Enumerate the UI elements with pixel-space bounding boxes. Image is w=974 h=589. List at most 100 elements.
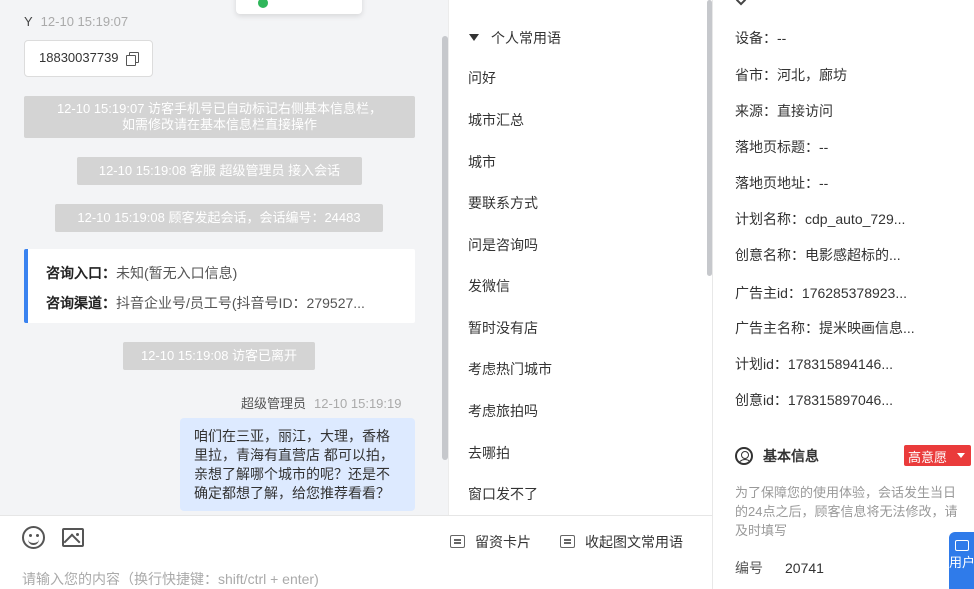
collapse-phrases-label: 收起图文常用语 [585,534,683,550]
info-label: 省市： [735,67,777,83]
phrase-item[interactable]: 要联系方式 [468,193,538,213]
consult-info-card: 咨询入口：未知(暂无入口信息) 咨询渠道：抖音企业号/员工号(抖音号ID：279… [24,249,415,323]
agent-message-bubble: 咱们在三亚，丽江，大理，香格里拉，青海有直营店 都可以拍，亲想了解哪个城市的呢？… [180,418,415,511]
visitor-info-panel: 设备：-- 省市：河北，廊坊 来源：直接访问 落地页标题：-- 落地页地址：--… [712,0,974,589]
system-message-agent-join: 12-10 15:19:08 客服 超级管理员 接入会话 [77,157,362,185]
consult-channel-label: 咨询渠道： [46,295,116,311]
message-input-area: 留资卡片 收起图文常用语 [0,515,712,589]
info-value: cdp_auto_729... [805,211,906,227]
info-value: 直接访问 [777,103,833,119]
info-row-source: 来源：直接访问 [735,101,833,121]
phrase-group-toggle[interactable]: 个人常用语 [469,28,561,48]
caret-down-icon [469,34,479,41]
phrase-item[interactable]: 考虑旅拍吗 [468,401,538,421]
phrase-item[interactable]: 窗口发不了 [468,484,538,504]
info-row-landing-title: 落地页标题：-- [735,137,828,157]
info-row-landing-url: 落地页地址：-- [735,173,828,193]
source-info-header [732,0,757,6]
visitor-phone: 18830037739 [39,50,119,65]
chat-panel: Y 12-10 15:19:07 18830037739 12-10 15:19:… [0,0,448,515]
info-label: 创意名称： [735,247,805,263]
info-label: 设备： [735,30,777,46]
phrase-item[interactable]: 城市汇总 [468,110,524,130]
location-pin-icon [732,0,750,6]
info-value: 176285378923... [801,285,908,301]
info-row-advertiser-name: 广告主名称：提米映画信息... [735,318,915,338]
phrase-item[interactable]: 暂时没有店 [468,318,538,338]
phrases-panel: 个人常用语 问好 城市汇总 城市 要联系方式 问是咨询吗 发微信 暂时没有店 考… [448,0,712,515]
dropdown-arrow-icon [957,453,965,458]
collapse-phrases-button[interactable]: 收起图文常用语 [560,532,683,552]
image-icon[interactable] [62,528,84,547]
consult-entry-label: 咨询入口： [46,265,116,281]
phrase-item[interactable]: 城市 [468,152,496,172]
serial-number-row: 编号 20741 [735,558,824,578]
consult-entry-value: 未知(暂无入口信息) [116,265,238,281]
user-circle-icon [735,447,753,465]
info-label: 创意id： [735,392,788,408]
consult-channel-row: 咨询渠道：抖音企业号/员工号(抖音号ID：279527... [46,293,406,313]
info-value: 178315894146... [787,356,894,372]
info-row-region: 省市：河北，廊坊 [735,65,847,85]
status-popover [236,0,362,14]
lead-card-button[interactable]: 留资卡片 [450,532,531,552]
phrase-item[interactable]: 发微信 [468,276,510,296]
info-label: 落地页地址： [735,175,819,191]
message-input[interactable] [22,569,442,589]
system-message-line: 如需修改请在基本信息栏直接操作 [121,117,317,132]
visitor-name: Y [24,14,33,29]
chat-bubble-icon [955,540,969,551]
card-icon [450,535,465,548]
phrase-item[interactable]: 问是咨询吗 [468,235,538,255]
basic-info-title: 基本信息 [763,448,819,464]
user-float-tab[interactable]: 用户 [949,532,974,589]
info-label: 计划id： [735,356,788,372]
info-row-plan-id: 计划id：178315894146... [735,354,893,374]
agent-time: 12-10 15:19:19 [314,396,402,411]
system-message-line: 12-10 15:19:07 访客手机号已自动标记右侧基本信息栏， [56,101,383,116]
info-value: 178315897046... [787,392,894,408]
edit-notice: 为了保障您的使用体验，会话发生当日的24点之后，顾客信息将无法修改，请及时填写 [735,485,958,538]
agent-message-header: 超级管理员 12-10 15:19:19 [241,393,401,412]
info-label: 计划名称： [735,211,805,227]
info-value: -- [819,139,829,155]
lead-card-label: 留资卡片 [475,534,531,550]
info-label: 落地页标题： [735,139,819,155]
system-message-session-start: 12-10 15:19:08 顾客发起会话，会话编号：24483 [55,204,383,232]
visitor-time: 12-10 15:19:07 [40,14,129,29]
serial-value: 20741 [785,560,824,576]
visitor-phone-bubble: 18830037739 [24,40,153,77]
info-row-creative-name: 创意名称：电影感超标的... [735,245,901,265]
info-row-plan-name: 计划名称：cdp_auto_729... [735,209,905,229]
info-label: 来源： [735,103,777,119]
message-icon [560,535,575,548]
system-message-phone-mark: 12-10 15:19:07 访客手机号已自动标记右侧基本信息栏， 如需修改请在… [24,96,415,138]
info-row-advertiser-id: 广告主id：176285378923... [735,283,907,303]
info-value: 河北，廊坊 [777,67,847,83]
system-message-visitor-left: 12-10 15:19:08 访客已离开 [123,342,315,370]
consult-channel-value: 抖音企业号/员工号(抖音号ID：279527... [116,295,365,311]
info-value: 提米映画信息... [819,320,915,336]
phrase-item[interactable]: 问好 [468,68,496,88]
emoji-icon[interactable] [22,526,45,549]
info-row-creative-id: 创意id：178315897046... [735,390,893,410]
info-value: -- [819,175,829,191]
info-row-device: 设备：-- [735,28,786,48]
phrase-item[interactable]: 去哪拍 [468,443,510,463]
visitor-message-header: Y 12-10 15:19:07 [24,14,128,29]
intent-level-select[interactable]: 高意愿 [904,445,971,466]
consult-entry-row: 咨询入口：未知(暂无入口信息) [46,263,406,283]
serial-label: 编号 [735,560,763,576]
online-status-icon [258,0,268,8]
info-label: 广告主名称： [735,320,819,336]
basic-info-header: 基本信息 [735,446,819,466]
info-label: 广告主id： [735,285,802,301]
intent-level-value: 高意愿 [908,450,948,465]
phrase-item[interactable]: 考虑热门城市 [468,359,552,379]
info-value: 电影感超标的... [805,247,901,263]
agent-name: 超级管理员 [241,396,307,411]
copy-icon[interactable] [126,52,139,66]
phrase-group-title: 个人常用语 [491,30,561,46]
user-float-tab-label: 用户 [949,555,974,570]
info-value: -- [777,30,787,46]
